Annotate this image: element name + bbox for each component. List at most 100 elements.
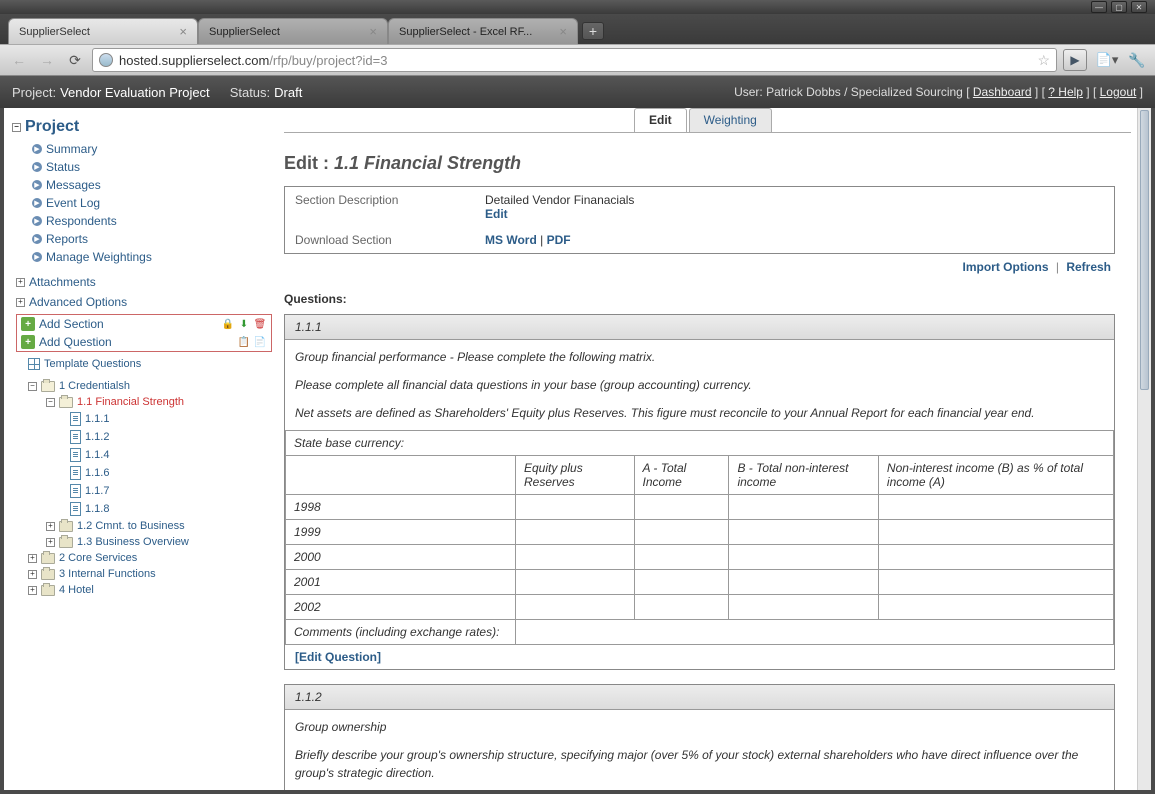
- reload-button[interactable]: ⟳: [64, 49, 86, 71]
- help-link[interactable]: ? Help: [1048, 85, 1083, 99]
- sidebar-folder-hotel[interactable]: + 4 Hotel: [28, 582, 276, 598]
- right-action-links: Import Options | Refresh: [284, 254, 1115, 274]
- collapse-icon[interactable]: −: [12, 123, 21, 132]
- download-icon[interactable]: ⬇: [237, 317, 251, 331]
- browser-tab-2[interactable]: SupplierSelect - Excel RF... ×: [388, 18, 578, 44]
- sidebar-item-messages[interactable]: ▶Messages: [12, 176, 276, 194]
- user-name: Patrick Dobbs / Specialized Sourcing: [766, 85, 963, 99]
- sidebar-folder-internal-functions[interactable]: + 3 Internal Functions: [28, 566, 276, 582]
- sidebar-item-manage-weightings[interactable]: ▶Manage Weightings: [12, 248, 276, 266]
- folder-icon: [59, 537, 73, 548]
- go-button[interactable]: ▶: [1063, 49, 1087, 71]
- copy-icon[interactable]: 📋: [237, 335, 251, 349]
- back-button[interactable]: ←: [8, 49, 30, 71]
- project-name: Vendor Evaluation Project: [60, 85, 210, 100]
- sidebar-leaf-112[interactable]: 1.1.2: [70, 428, 276, 446]
- sidebar-item-advanced-options[interactable]: + Advanced Options: [12, 292, 276, 312]
- expand-icon[interactable]: +: [46, 522, 55, 531]
- expand-icon[interactable]: +: [16, 278, 25, 287]
- header-right: User: Patrick Dobbs / Specialized Sourci…: [734, 85, 1143, 99]
- folder-open-icon: [41, 381, 55, 392]
- sidebar-folder-credentials[interactable]: − 1 Credentialsh: [28, 378, 276, 394]
- tab-title: SupplierSelect: [209, 26, 280, 38]
- sidebar-item-template-questions[interactable]: Template Questions: [28, 356, 276, 372]
- expand-icon[interactable]: +: [28, 586, 37, 595]
- bullet-icon: ▶: [32, 252, 42, 262]
- scrollbar-thumb[interactable]: [1140, 110, 1149, 390]
- window-maximize-button[interactable]: ▢: [1111, 1, 1127, 13]
- page-heading: Edit : 1.1 Financial Strength: [284, 153, 1115, 174]
- browser-tab-0[interactable]: SupplierSelect ×: [8, 18, 198, 44]
- sidebar-leaf-116[interactable]: 1.1.6: [70, 464, 276, 482]
- url-host: hosted.supplierselect.com: [119, 53, 269, 68]
- sidebar-folder-financial-strength[interactable]: − 1.1 Financial Strength: [46, 394, 276, 410]
- edit-question-link[interactable]: [Edit Question]: [295, 650, 381, 664]
- logout-link[interactable]: Logout: [1100, 85, 1137, 99]
- main-body: Edit : 1.1 Financial Strength Section De…: [284, 132, 1131, 790]
- project-header-bar: Project: Vendor Evaluation Project Statu…: [0, 76, 1155, 108]
- question-number: 1.1.2: [285, 685, 1114, 710]
- add-icon: +: [21, 317, 35, 331]
- delete-icon[interactable]: 🗑: [253, 317, 267, 331]
- sidebar-item-status[interactable]: ▶Status: [12, 158, 276, 176]
- url-path: /rfp/buy/project?id=3: [269, 53, 387, 68]
- address-bar[interactable]: hosted.supplierselect.com/rfp/buy/projec…: [92, 48, 1057, 72]
- tab-close-icon[interactable]: ×: [559, 24, 567, 39]
- edit-section-description-link[interactable]: Edit: [485, 207, 508, 221]
- collapse-icon[interactable]: −: [46, 398, 55, 407]
- question-body: Group ownership Briefly describe your gr…: [285, 710, 1114, 790]
- state-base-currency-row: State base currency:: [286, 431, 1114, 456]
- sidebar-folder-core-services[interactable]: + 2 Core Services: [28, 550, 276, 566]
- document-icon: [70, 484, 81, 498]
- sidebar-project-title[interactable]: − Project: [12, 118, 276, 136]
- expand-icon[interactable]: +: [46, 538, 55, 547]
- window-close-button[interactable]: ✕: [1131, 1, 1147, 13]
- bullet-icon: ▶: [32, 234, 42, 244]
- sidebar-leaf-111[interactable]: 1.1.1: [70, 410, 276, 428]
- tab-weighting[interactable]: Weighting: [689, 108, 772, 132]
- lock-icon[interactable]: 🔒: [221, 317, 235, 331]
- add-question-button[interactable]: + Add Question 📋 📄: [17, 333, 271, 351]
- sidebar-item-respondents[interactable]: ▶Respondents: [12, 212, 276, 230]
- sidebar-item-summary[interactable]: ▶Summary: [12, 140, 276, 158]
- sidebar-folder-business-overview[interactable]: + 1.3 Business Overview: [46, 534, 276, 550]
- wrench-menu-button[interactable]: 🔧: [1127, 49, 1147, 71]
- expand-icon[interactable]: +: [28, 570, 37, 579]
- questions-label: Questions:: [284, 292, 1115, 306]
- paste-icon[interactable]: 📄: [253, 335, 267, 349]
- expand-icon[interactable]: +: [28, 554, 37, 563]
- page-menu-button[interactable]: 📄▾: [1093, 52, 1121, 68]
- section-description-label: Section Description: [295, 193, 485, 221]
- sidebar-leaf-117[interactable]: 1.1.7: [70, 482, 276, 500]
- refresh-link[interactable]: Refresh: [1066, 260, 1111, 274]
- window-minimize-button[interactable]: —: [1091, 1, 1107, 13]
- forward-button[interactable]: →: [36, 49, 58, 71]
- dashboard-link[interactable]: Dashboard: [973, 85, 1032, 99]
- download-pdf-link[interactable]: PDF: [547, 233, 571, 247]
- vertical-scrollbar[interactable]: [1137, 108, 1151, 790]
- new-tab-button[interactable]: +: [582, 22, 604, 40]
- tab-edit[interactable]: Edit: [634, 108, 687, 132]
- comments-row-label: Comments (including exchange rates):: [286, 620, 516, 645]
- tab-close-icon[interactable]: ×: [179, 24, 187, 39]
- document-icon: [70, 412, 81, 426]
- tab-close-icon[interactable]: ×: [369, 24, 377, 39]
- add-section-button[interactable]: + Add Section 🔒 ⬇ 🗑: [17, 315, 271, 333]
- import-options-link[interactable]: Import Options: [963, 260, 1049, 274]
- tab-title: SupplierSelect - Excel RF...: [399, 26, 532, 38]
- sidebar-leaf-114[interactable]: 1.1.4: [70, 446, 276, 464]
- sidebar-item-event-log[interactable]: ▶Event Log: [12, 194, 276, 212]
- sidebar-item-reports[interactable]: ▶Reports: [12, 230, 276, 248]
- sidebar-leaf-118[interactable]: 1.1.8: [70, 500, 276, 518]
- collapse-icon[interactable]: −: [28, 382, 37, 391]
- download-word-link[interactable]: MS Word: [485, 233, 537, 247]
- question-matrix-table: State base currency: Equity plus Reserve…: [285, 430, 1114, 645]
- main-tabs: Edit Weighting: [634, 108, 1131, 132]
- project-label: Project:: [12, 85, 56, 100]
- browser-tab-1[interactable]: SupplierSelect ×: [198, 18, 388, 44]
- bookmark-star-icon[interactable]: ☆: [1037, 52, 1050, 69]
- expand-icon[interactable]: +: [16, 298, 25, 307]
- sidebar-item-attachments[interactable]: + Attachments: [12, 272, 276, 292]
- sidebar-folder-cmnt-business[interactable]: + 1.2 Cmnt. to Business: [46, 518, 276, 534]
- question-number: 1.1.1: [285, 315, 1114, 340]
